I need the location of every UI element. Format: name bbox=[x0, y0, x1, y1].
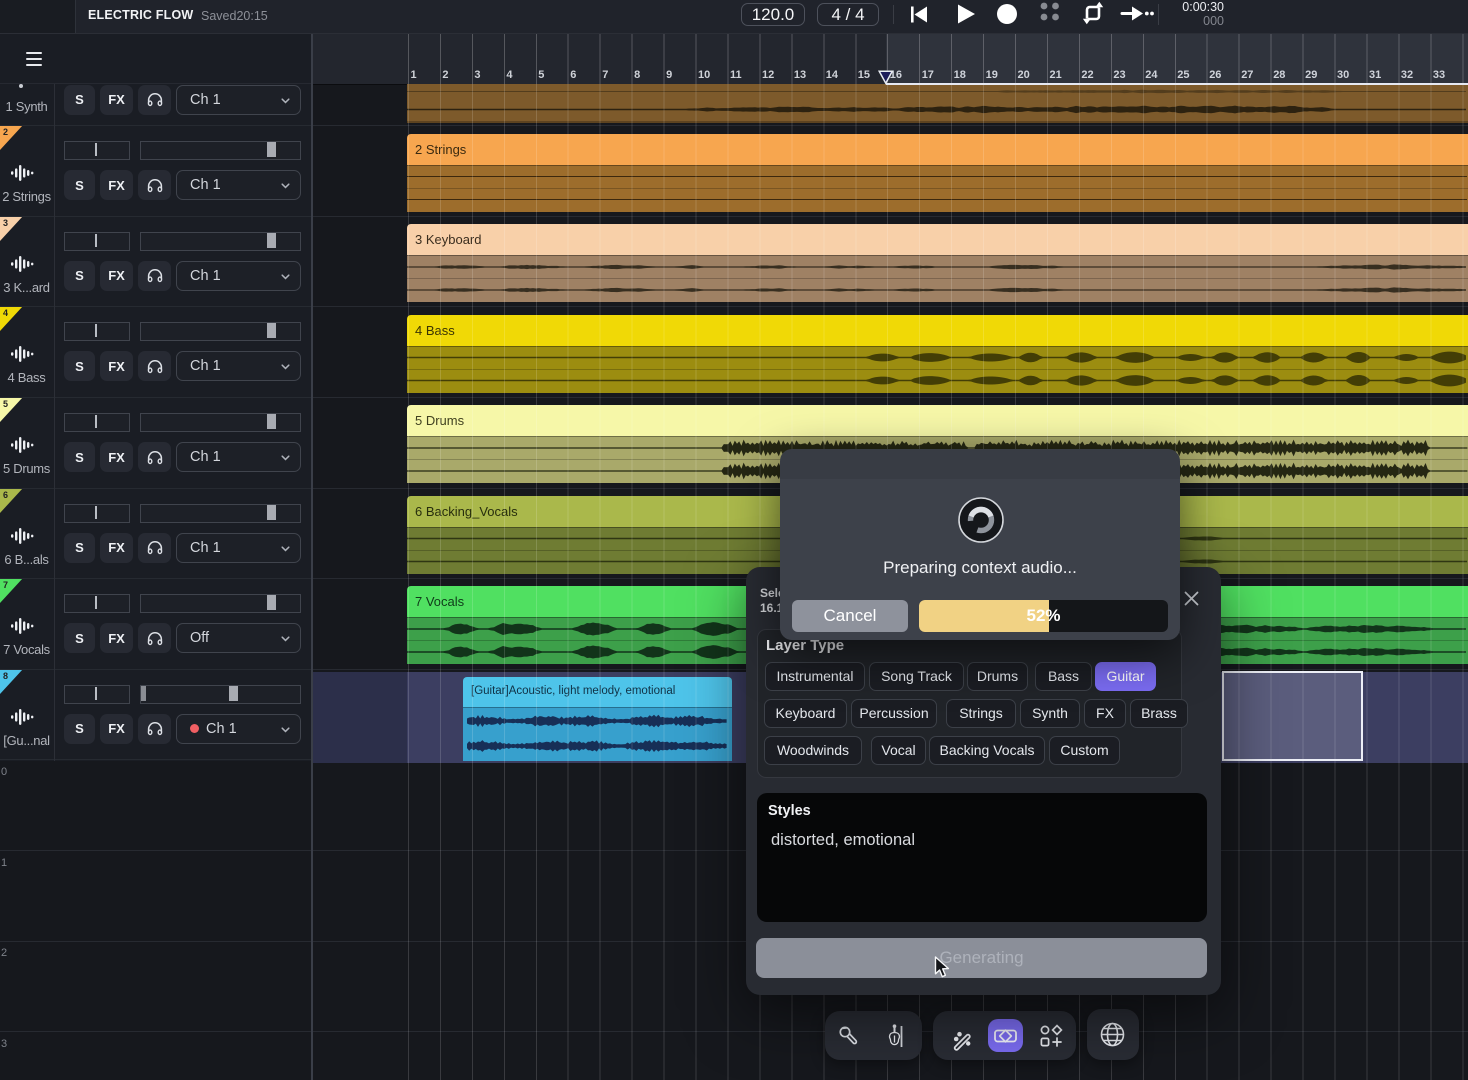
svg-text:6: 6 bbox=[3, 490, 8, 500]
svg-text:8: 8 bbox=[3, 671, 8, 681]
svg-text:7: 7 bbox=[3, 580, 8, 590]
svg-text:3: 3 bbox=[3, 218, 8, 228]
svg-text:4: 4 bbox=[3, 308, 8, 318]
svg-text:5: 5 bbox=[3, 399, 8, 409]
svg-text:2: 2 bbox=[3, 127, 8, 137]
